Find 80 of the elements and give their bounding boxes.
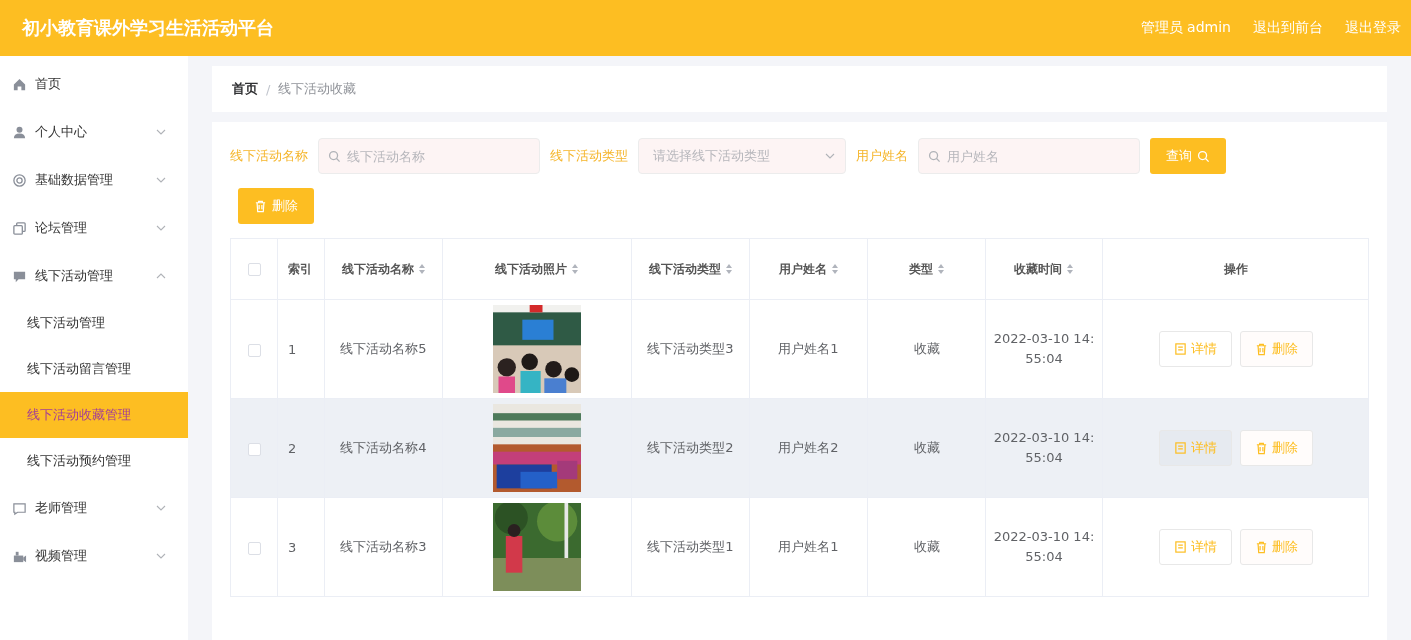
table-cell: 收藏 <box>913 539 940 554</box>
sidebar-item[interactable]: 基础数据管理 <box>0 156 188 204</box>
chevron-icon <box>156 225 166 231</box>
trash-icon <box>1254 342 1268 356</box>
column-header: 操作 <box>1223 261 1248 276</box>
sidebar-item[interactable]: 视频管理 <box>0 532 188 580</box>
sidebar-item[interactable]: 论坛管理 <box>0 204 188 252</box>
row-checkbox[interactable] <box>247 442 261 456</box>
table-cell: 线下活动类型1 <box>647 539 734 554</box>
sort-icon[interactable] <box>571 263 579 275</box>
table-cell: 收藏 <box>913 341 940 356</box>
search-icon <box>928 150 941 163</box>
app-title: 初小教育课外学习生活活动平台 <box>22 16 274 40</box>
row-checkbox[interactable] <box>247 541 261 555</box>
column-header: 线下活动名称 <box>341 261 414 276</box>
chevron-icon <box>156 129 166 135</box>
search-icon <box>328 150 341 163</box>
menu-icon <box>12 124 27 140</box>
table-cell-text: 2022-03-10 14:55:04 <box>993 528 1095 566</box>
column-header: 收藏时间 <box>1014 261 1062 276</box>
table-cell: 用户姓名1 <box>778 341 839 356</box>
column-header: 用户姓名 <box>778 261 827 276</box>
table-cell: 线下活动名称5 <box>340 341 427 356</box>
table-cell: 线下活动类型3 <box>647 341 734 356</box>
sort-icon[interactable] <box>936 263 945 275</box>
breadcrumb-item[interactable]: 首页 <box>232 80 258 98</box>
trash-icon <box>1254 540 1268 554</box>
column-header: 线下活动类型 <box>648 261 721 276</box>
trash-icon <box>1254 441 1268 455</box>
table-cell-text: 2022-03-10 14:55:04 <box>993 330 1095 368</box>
table-cell: 用户姓名2 <box>778 440 839 455</box>
table-cell: 2 <box>288 440 297 456</box>
filter-label: 线下活动类型 <box>550 147 628 165</box>
breadcrumb-item: 线下活动收藏 <box>278 80 357 98</box>
document-icon <box>1173 441 1187 455</box>
sidebar-item[interactable]: 个人中心 <box>0 108 188 156</box>
search-field[interactable]: 线下活动名称 <box>318 138 540 174</box>
sidebar-item[interactable]: 首页 <box>0 60 188 108</box>
sidebar-item[interactable]: 老师管理 <box>0 484 188 532</box>
filter-label: 线下活动名称 <box>230 147 308 165</box>
table-cell: 线下活动类型2 <box>647 440 734 455</box>
document-icon <box>1173 540 1187 554</box>
sort-icon[interactable] <box>1066 263 1074 275</box>
admin-label: 管理员 admin <box>1140 19 1231 37</box>
submenu-item[interactable]: 线下活动预约管理 <box>0 438 188 484</box>
select-all-checkbox[interactable] <box>247 263 261 276</box>
chevron-icon <box>156 273 166 279</box>
submenu-item[interactable]: 线下活动管理 <box>0 300 188 346</box>
sort-icon[interactable] <box>724 263 733 275</box>
breadcrumb-separator: / <box>266 81 271 97</box>
submenu-item[interactable]: 线下活动留言管理 <box>0 346 188 392</box>
table-cell: 1 <box>288 341 297 357</box>
trash-icon <box>254 199 267 213</box>
table-cell: 线下活动名称4 <box>340 440 427 455</box>
chevron-icon <box>156 553 166 559</box>
submenu-item[interactable]: 线下活动收藏管理 <box>0 392 188 438</box>
sidebar-item[interactable]: 线下活动管理 <box>0 252 188 300</box>
chevron-icon <box>156 177 166 183</box>
table-cell: 线下活动名称3 <box>340 539 427 554</box>
column-header: 索引 <box>288 261 312 276</box>
search-field[interactable]: 用户姓名 <box>918 138 1140 174</box>
sort-icon[interactable] <box>830 263 839 275</box>
menu-icon <box>12 172 27 188</box>
table-cell: 3 <box>288 539 297 555</box>
select-field[interactable]: 请选择线下活动类型 <box>638 138 846 174</box>
row-checkbox[interactable] <box>247 343 261 357</box>
sort-icon[interactable] <box>417 263 426 275</box>
column-header: 类型 <box>908 261 933 276</box>
chevron-icon <box>156 505 166 511</box>
menu-icon <box>12 220 27 236</box>
table-cell: 收藏 <box>913 440 940 455</box>
chevron-icon <box>825 153 835 159</box>
filter-label: 用户姓名 <box>856 147 908 165</box>
search-icon <box>1197 149 1210 163</box>
document-icon <box>1173 342 1187 356</box>
menu-icon <box>12 500 27 516</box>
menu-icon <box>12 76 27 92</box>
table-cell: 用户姓名1 <box>778 539 839 554</box>
column-header: 线下活动照片 <box>495 261 567 276</box>
table-cell-text: 2022-03-10 14:55:04 <box>993 429 1095 467</box>
